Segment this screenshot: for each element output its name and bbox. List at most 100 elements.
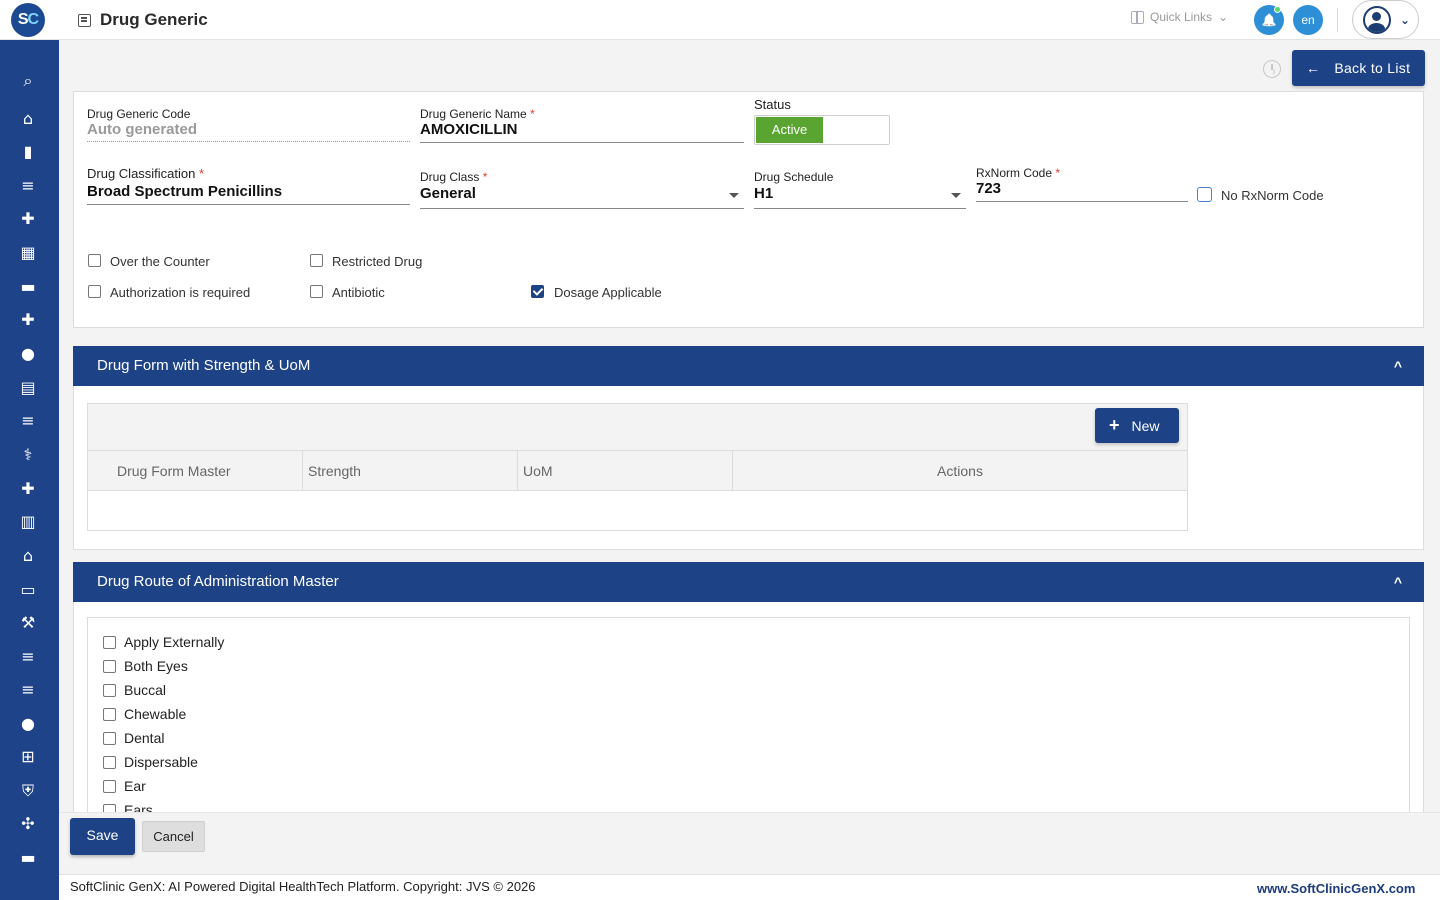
table-header-divider xyxy=(88,490,1187,491)
drug-form-section-title: Drug Form with Strength & UoM xyxy=(97,357,311,374)
schedule-underline xyxy=(754,208,966,209)
cancel-button[interactable]: Cancel xyxy=(142,821,205,852)
route-item[interactable]: Ears xyxy=(103,802,403,812)
quick-links-button[interactable]: Quick Links ⌄ xyxy=(1131,10,1228,24)
drug-form-section-header[interactable]: Drug Form with Strength & UoM ^ xyxy=(73,346,1424,386)
rxnorm-underline xyxy=(976,201,1188,202)
class-underline xyxy=(420,208,744,209)
top-bar: SC Drug Generic Quick Links ⌄ 🔔 en ⌄ xyxy=(0,0,1440,40)
route-section-header[interactable]: Drug Route of Administration Master ^ xyxy=(73,562,1424,602)
over-the-counter-checkbox[interactable] xyxy=(88,254,101,267)
menu-icon[interactable]: ≡ xyxy=(16,175,40,197)
antibiotic-checkbox[interactable] xyxy=(310,285,323,298)
book-icon[interactable]: ▥ xyxy=(16,511,40,533)
classification-label-text: Drug Classification xyxy=(87,166,196,181)
drug-class-select[interactable]: General xyxy=(420,185,476,202)
route-item[interactable]: Buccal xyxy=(103,682,403,700)
drug-classification-input[interactable]: Broad Spectrum Penicillins xyxy=(87,183,282,200)
home-icon[interactable]: ⌂ xyxy=(16,108,40,130)
no-rxnorm-checkbox[interactable] xyxy=(1197,187,1212,202)
chevron-down-icon[interactable] xyxy=(729,193,739,198)
store-icon[interactable]: ⌂ xyxy=(16,545,40,567)
rxnorm-label-text: RxNorm Code xyxy=(976,166,1053,180)
route-label: Ear xyxy=(124,778,146,794)
person-icon[interactable]: ● xyxy=(16,343,40,365)
user-avatar-icon xyxy=(1363,6,1391,34)
network-icon[interactable]: ✣ xyxy=(16,813,40,835)
back-to-list-button[interactable]: ← Back to List xyxy=(1292,50,1425,86)
restricted-drug-checkbox[interactable] xyxy=(310,254,323,267)
code-underline xyxy=(87,141,410,142)
authorization-required-checkbox[interactable] xyxy=(88,285,101,298)
chevron-up-icon[interactable]: ^ xyxy=(1394,346,1402,386)
route-checkbox[interactable] xyxy=(103,804,116,812)
bar-chart-icon[interactable]: ▮ xyxy=(16,141,40,163)
chevron-down-icon[interactable] xyxy=(951,193,961,198)
status-toggle[interactable]: Active xyxy=(754,115,890,145)
drop-icon[interactable]: ● xyxy=(16,713,40,735)
footer-copyright: SoftClinic GenX: AI Powered Digital Heal… xyxy=(70,879,536,894)
class-label-text: Drug Class xyxy=(420,170,480,184)
dosage-applicable-checkbox[interactable] xyxy=(531,285,544,298)
route-checkbox[interactable] xyxy=(103,636,116,649)
calendar-icon[interactable]: ▦ xyxy=(16,242,40,264)
new-drug-form-button[interactable]: + New xyxy=(1095,408,1179,443)
route-checkbox[interactable] xyxy=(103,660,116,673)
page-title: Drug Generic xyxy=(100,10,208,29)
route-item[interactable]: Ear xyxy=(103,778,403,796)
required-mark: * xyxy=(1055,166,1061,180)
hospital-plus-icon[interactable]: ✚ xyxy=(16,309,40,331)
document-icon[interactable]: ▤ xyxy=(16,377,40,399)
save-button[interactable]: Save xyxy=(70,818,135,855)
action-bar xyxy=(59,812,1440,874)
bed-icon[interactable]: ▬ xyxy=(16,276,40,298)
history-icon[interactable] xyxy=(1263,60,1281,78)
route-checkbox[interactable] xyxy=(103,732,116,745)
column-header-actions: Actions xyxy=(733,451,1187,491)
required-mark: * xyxy=(482,170,488,184)
list-alt-icon[interactable]: ≡ xyxy=(16,646,40,668)
search-icon[interactable]: ⌕ xyxy=(16,70,40,92)
drug-generic-name-label: Drug Generic Name * xyxy=(420,107,535,121)
route-label: Dispersable xyxy=(124,754,198,770)
route-checkbox[interactable] xyxy=(103,780,116,793)
route-label: Chewable xyxy=(124,706,187,722)
route-item[interactable]: Chewable xyxy=(103,706,403,724)
chevron-down-icon: ⌄ xyxy=(1400,13,1411,27)
route-label: Buccal xyxy=(124,682,167,698)
route-item[interactable]: Apply Externally xyxy=(103,634,403,652)
route-item[interactable]: Dental xyxy=(103,730,403,748)
list-lines-icon[interactable]: ≡ xyxy=(16,679,40,701)
column-header-strength: Strength xyxy=(303,451,518,491)
rxnorm-code-input[interactable]: 723 xyxy=(976,180,1001,197)
classification-underline xyxy=(87,204,410,205)
user-menu-button[interactable]: ⌄ xyxy=(1352,0,1419,39)
route-label: Ears xyxy=(124,802,153,812)
drug-generic-name-input[interactable]: AMOXICILLIN xyxy=(420,121,518,138)
drug-schedule-select[interactable]: H1 xyxy=(754,185,773,202)
medicine-bottle-icon[interactable]: ✚ xyxy=(16,478,40,500)
route-checkbox[interactable] xyxy=(103,756,116,769)
list-icon[interactable]: ≡ xyxy=(16,410,40,432)
chevron-up-icon[interactable]: ^ xyxy=(1394,562,1402,602)
route-item[interactable]: Both Eyes xyxy=(103,658,403,676)
add-box-icon[interactable]: ⊞ xyxy=(16,746,40,768)
wrench-icon[interactable]: ⚒ xyxy=(16,612,40,634)
pharmacy-icon[interactable]: ⚕ xyxy=(16,444,40,466)
footer-website-link[interactable]: www.SoftClinicGenX.com xyxy=(1257,881,1415,896)
route-item[interactable]: Dispersable xyxy=(103,754,403,772)
route-checkbox[interactable] xyxy=(103,708,116,721)
drug-class-label: Drug Class * xyxy=(420,170,487,184)
language-button[interactable]: en xyxy=(1293,5,1323,35)
rxnorm-code-label: RxNorm Code * xyxy=(976,166,1060,180)
devices-icon[interactable]: ▭ xyxy=(16,579,40,601)
app-logo[interactable]: SC xyxy=(11,3,45,37)
folder-icon[interactable]: ▬ xyxy=(16,847,40,869)
back-to-list-label: Back to List xyxy=(1334,60,1411,76)
medical-bag-icon[interactable]: ✚ xyxy=(16,208,40,230)
drug-generic-code-field: Auto generated xyxy=(87,121,198,138)
route-checkbox[interactable] xyxy=(103,684,116,697)
shield-icon[interactable]: ⛨ xyxy=(16,780,40,802)
notification-button[interactable]: 🔔 xyxy=(1254,5,1284,35)
page-icon xyxy=(78,14,91,27)
